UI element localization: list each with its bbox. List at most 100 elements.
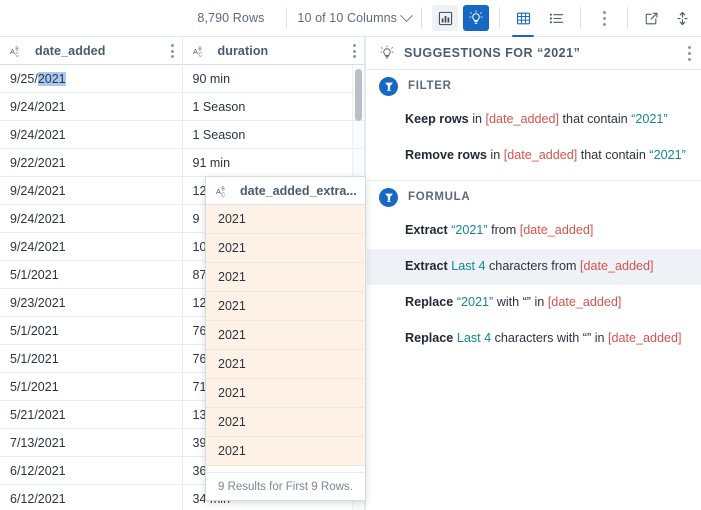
cell-date-added[interactable]: 9/24/2021 [0, 121, 183, 149]
chart-icon [438, 11, 452, 25]
cell-text: 9/24/2021 [10, 128, 66, 142]
suggestion-column-token: [date_added] [580, 259, 654, 274]
preview-row: 2021 [206, 234, 365, 263]
cell-date-added[interactable]: 5/21/2021 [0, 401, 183, 429]
chart-view-button[interactable] [432, 5, 458, 31]
kebab-menu-icon [602, 10, 606, 26]
abc-text-type-icon: A B C [216, 186, 225, 198]
collapse-panel-button[interactable] [669, 5, 695, 31]
suggestion-action: Extract [405, 259, 448, 274]
open-external-button[interactable] [638, 5, 664, 31]
toolbar-divider [580, 7, 581, 29]
lightbulb-icon [469, 10, 483, 24]
cell-text: 9/24/2021 [10, 240, 66, 254]
suggestion-item[interactable]: Replace Last 4 characters with “” in [da… [367, 321, 701, 357]
suggestion-item[interactable]: Extract “2021” from [date_added] [367, 213, 701, 249]
suggestions-menu-icon[interactable] [688, 45, 691, 61]
column-menu-icon[interactable] [353, 44, 356, 58]
table-row[interactable]: 9/24/2021 1 Season [0, 121, 365, 149]
suggestion-item[interactable]: Keep rows in [date_added] that contain “… [367, 102, 701, 138]
cell-date-added[interactable]: 5/1/2021 [0, 373, 183, 401]
cell-text: 9/24/2021 [10, 100, 66, 114]
cell-date-added[interactable]: 9/24/2021 [0, 233, 183, 261]
suggestions-panel: SUGGESTIONS FOR “2021” FILTER Keep rows i… [367, 37, 701, 510]
suggestion-column-token: [date_added] [547, 295, 622, 310]
svg-text:C: C [221, 192, 225, 198]
suggestion-action: Replace [405, 295, 454, 310]
section-header-filter: FILTER [367, 70, 701, 102]
cell-date-added[interactable]: 9/24/2021 [0, 93, 183, 121]
suggestion-item[interactable]: Remove rows in [date_added] that contain… [367, 138, 701, 174]
app-root: 8,790 Rows 10 of 10 Columns A B C date_a… [0, 0, 701, 510]
table-grid-icon [516, 12, 530, 24]
cell-date-added[interactable]: 9/25/2021 [0, 65, 183, 93]
cell-text: 5/1/2021 [10, 380, 59, 394]
cell-duration[interactable]: 1 Season [183, 93, 365, 121]
suggestion-action: Extract [405, 223, 448, 238]
columns-selector[interactable]: 10 of 10 Columns [297, 8, 413, 25]
columns-selector-label: 10 of 10 Columns [297, 11, 397, 25]
filter-funnel-icon [379, 187, 398, 207]
collapse-vertical-icon [676, 11, 688, 25]
suggestion-connector: with “” in [493, 295, 548, 310]
preview-row: 2021 [206, 321, 365, 350]
svg-text:C: C [15, 52, 19, 58]
cell-date-added[interactable]: 9/22/2021 [0, 149, 183, 177]
cell-text: 9/24/2021 [10, 184, 66, 198]
cell-text: 9/23/2021 [10, 296, 66, 310]
table-row[interactable]: 9/25/2021 90 min [0, 65, 365, 93]
cell-duration[interactable]: 91 min [183, 149, 365, 177]
suggestion-connector: that contain [577, 148, 650, 163]
cell-date-added[interactable]: 9/23/2021 [0, 289, 183, 317]
suggestion-item[interactable]: Extract Last 4 characters from [date_add… [367, 249, 701, 285]
preview-rows: 2021 2021 2021 2021 2021 2021 2021 2021 2021 [206, 205, 365, 466]
suggestion-column-token: [date_added] [485, 112, 560, 127]
suggestions-title: SUGGESTIONS FOR “2021” [404, 46, 581, 60]
preview-row: 2021 [206, 350, 365, 379]
preview-row: 2021 [206, 408, 365, 437]
cell-date-added[interactable]: 7/13/2021 [0, 429, 183, 457]
insights-suggestions-button[interactable] [463, 5, 489, 31]
cell-date-added[interactable]: 5/1/2021 [0, 345, 183, 373]
cell-duration[interactable]: 1 Season [183, 121, 365, 149]
rows-count-label: 8,790 Rows [197, 11, 265, 25]
cell-date-added[interactable]: 6/12/2021 [0, 485, 183, 510]
suggestion-text: Extract Last 4 characters from [date_add… [405, 259, 654, 275]
grid-scrollbar-thumb[interactable] [355, 69, 362, 121]
column-header-duration[interactable]: A B C duration [183, 37, 365, 65]
suggestion-text: Keep rows in [date_added] that contain “… [405, 112, 668, 128]
formula-preview-popover: A B C date_added_extra... 2021 2021 2021 20… [205, 176, 366, 501]
list-view-button[interactable] [544, 5, 570, 31]
table-row[interactable]: 9/24/2021 1 Season [0, 93, 365, 121]
cell-duration[interactable]: 90 min [183, 65, 365, 93]
preview-row: 2021 [206, 437, 365, 466]
suggestion-value-token: Last 4 [456, 331, 492, 346]
suggestions-header: SUGGESTIONS FOR “2021” [367, 37, 701, 70]
more-options-button[interactable] [591, 5, 617, 31]
suggestion-column-token: [date_added] [503, 148, 578, 163]
svg-text:A: A [216, 187, 221, 196]
column-menu-icon[interactable] [170, 44, 174, 58]
table-row[interactable]: 9/22/2021 91 min [0, 149, 365, 177]
toolbar-divider [286, 7, 288, 29]
selected-text-highlight: 2021 [37, 72, 66, 86]
top-toolbar: 8,790 Rows 10 of 10 Columns [0, 0, 701, 37]
suggestion-value-token: “2021” [451, 223, 488, 238]
cell-text: 9/25/ [10, 72, 38, 86]
section-header-formula: FORMULA [367, 181, 701, 213]
cell-date-added[interactable]: 5/1/2021 [0, 261, 183, 289]
cell-date-added[interactable]: 9/24/2021 [0, 205, 183, 233]
suggestion-connector: characters from [485, 259, 580, 274]
suggestion-value-token: “2021” [649, 148, 686, 163]
cell-date-added[interactable]: 9/24/2021 [0, 177, 183, 205]
filter-funnel-icon [379, 76, 398, 96]
toolbar-divider [627, 7, 628, 29]
suggestion-column-token: [date_added] [608, 331, 682, 346]
cell-date-added[interactable]: 6/12/2021 [0, 457, 183, 485]
cell-date-added[interactable]: 5/1/2021 [0, 317, 183, 345]
grid-header-row: A B C date_added A B C duration [0, 37, 365, 65]
column-header-label: date_added [35, 44, 106, 58]
grid-view-button[interactable] [510, 5, 536, 37]
column-header-date-added[interactable]: A B C date_added [0, 37, 183, 65]
suggestion-item[interactable]: Replace “2021” with “” in [date_added] [367, 285, 701, 321]
